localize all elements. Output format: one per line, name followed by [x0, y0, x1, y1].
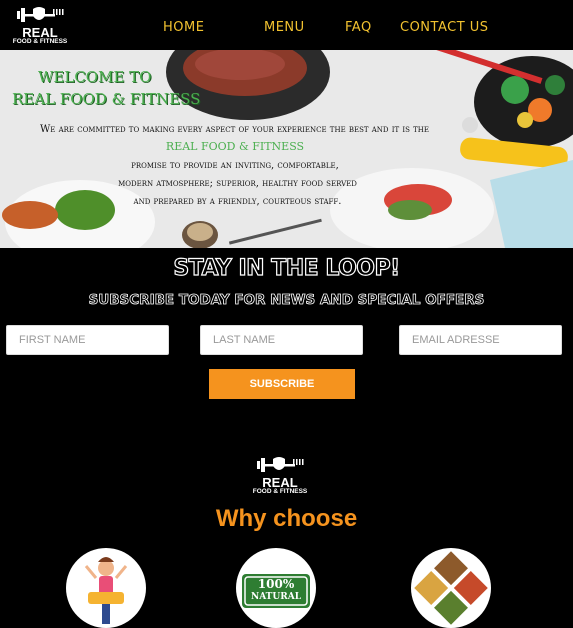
site-logo[interactable]: REAL FOOD & FITNESS	[12, 4, 68, 46]
yoga-person-icon	[84, 557, 128, 624]
top-navigation: REAL FOOD & FITNESS HOME MENU FAQ CONTAC…	[0, 0, 573, 50]
intro-text-line3: promise to provide an inviting, comforta…	[131, 160, 339, 171]
logo-subtitle: FOOD & FITNESS	[12, 38, 68, 45]
intro-text-line4: modern atmosphere; superior, healthy foo…	[118, 178, 357, 189]
welcome-heading-line2: REAL FOOD & FITNESS	[12, 90, 201, 108]
natural-badge-percent: 100%	[257, 577, 295, 591]
last-name-input[interactable]: LAST NAME	[200, 325, 363, 355]
footer-logo: REAL FOOD & FITNESS	[250, 454, 310, 496]
natural-badge-text: NATURAL	[250, 592, 302, 602]
intro-brand-name: REAL FOOD & FITNESS	[165, 140, 305, 153]
email-input[interactable]: EMAIL ADRESSE	[399, 325, 562, 355]
dumbbell-fork-icon	[257, 457, 304, 472]
intro-text-line1: We are committed to making every aspect …	[40, 124, 429, 135]
newsletter-title: STAY IN THE LOOP!	[173, 255, 401, 281]
dumbbell-fork-icon	[17, 7, 64, 22]
first-name-input[interactable]: FIRST NAME	[6, 325, 169, 355]
intro-text-line5: and prepared by a friendly, courteous st…	[133, 196, 342, 207]
why-choose-heading: Why choose	[215, 505, 358, 532]
natural-feature-image: 100% NATURAL	[236, 548, 316, 628]
subscribe-button[interactable]: SUBSCRIBE	[209, 369, 355, 399]
footer-logo-subtitle: FOOD & FITNESS	[252, 488, 308, 495]
nav-contact-link[interactable]: CONTACT US	[400, 20, 489, 35]
meals-feature-image	[411, 548, 491, 628]
newsletter-subtitle: SUBSCRIBE TODAY FOR NEWS AND SPECIAL OFF…	[88, 292, 485, 309]
meal-plates-icon	[414, 551, 488, 625]
nav-menu-link[interactable]: MENU	[264, 20, 305, 35]
welcome-heading-line1: WELCOME TO	[38, 68, 152, 86]
hero-banner: WELCOME TO REAL FOOD & FITNESS We are co…	[0, 50, 573, 248]
nav-faq-link[interactable]: FAQ	[345, 20, 372, 35]
fitness-feature-image	[66, 548, 146, 628]
nav-home-link[interactable]: HOME	[163, 20, 204, 35]
